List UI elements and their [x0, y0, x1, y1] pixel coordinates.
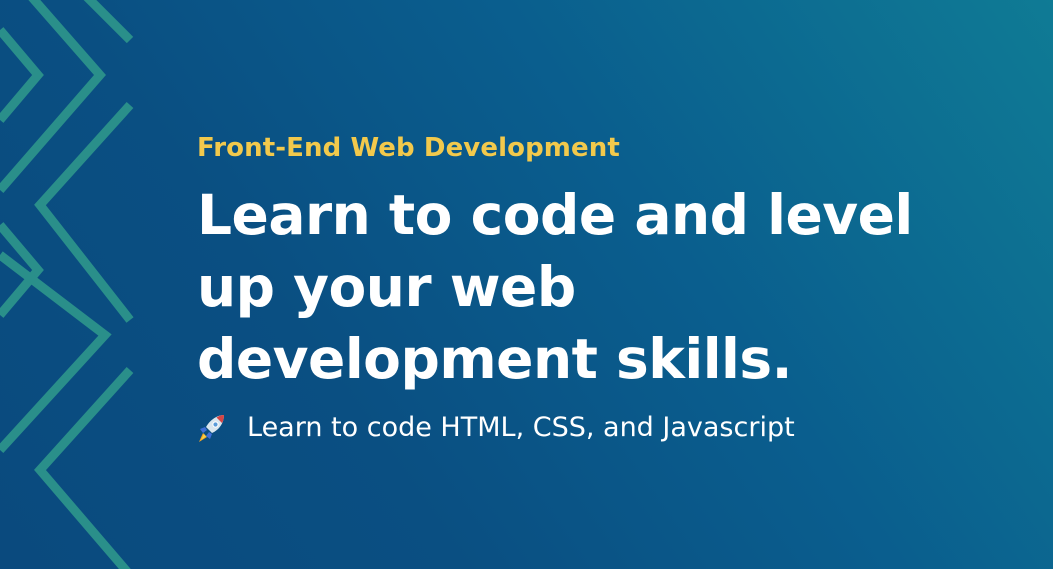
hero-headline: Learn to code and level up your web deve… [197, 183, 913, 391]
chevron-pattern-decoration [0, 0, 134, 569]
chevron-line [83, 0, 134, 44]
chevron-line [0, 27, 44, 123]
hero-banner: Front-End Web Development Learn to code … [0, 0, 1053, 569]
feature-text: Learn to code HTML, CSS, and Javascript [247, 412, 795, 443]
rocket-icon [199, 415, 224, 442]
hero-content: Front-End Web Development Learn to code … [197, 128, 957, 447]
course-category-label: Front-End Web Development [197, 133, 620, 163]
chevron-line [34, 101, 134, 323]
chevron-line [34, 366, 134, 569]
feature-item: Learn to code HTML, CSS, and Javascript [197, 409, 957, 447]
